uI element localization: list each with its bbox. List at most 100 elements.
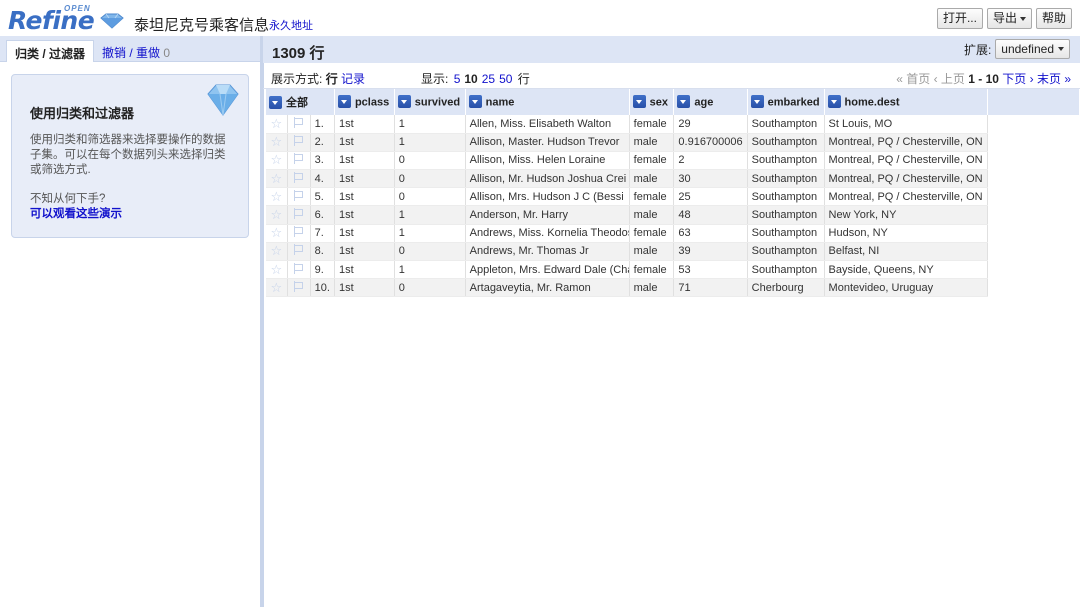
flag-icon[interactable] bbox=[293, 116, 304, 128]
page-size-50[interactable]: 50 bbox=[499, 72, 512, 86]
star-icon[interactable]: ☆ bbox=[271, 225, 283, 240]
star-icon[interactable]: ☆ bbox=[271, 134, 283, 149]
flag-icon[interactable] bbox=[293, 226, 304, 238]
star-cell[interactable]: ☆ bbox=[266, 224, 288, 243]
table-row[interactable]: ☆ 10. 1st 0 Artagaveytia, Mr. Ramon male 71 Che… bbox=[266, 278, 1080, 298]
cell-survived[interactable]: 1 bbox=[394, 133, 466, 152]
cell-sex[interactable]: male bbox=[629, 133, 675, 152]
cell-name[interactable]: Allen, Miss. Elisabeth Walton bbox=[465, 115, 630, 134]
cell-sex[interactable]: male bbox=[629, 169, 675, 189]
flag-cell[interactable] bbox=[287, 133, 311, 152]
cell-home-dest[interactable]: Montreal, PQ / Chesterville, ON bbox=[824, 151, 988, 171]
star-cell[interactable]: ☆ bbox=[266, 205, 288, 225]
column-header-pclass[interactable]: pclass bbox=[334, 89, 395, 115]
cell-pclass[interactable]: 1st bbox=[334, 115, 395, 134]
column-header-embarked[interactable]: embarked bbox=[747, 89, 825, 115]
cell-pclass[interactable]: 1st bbox=[334, 187, 395, 207]
star-icon[interactable]: ☆ bbox=[271, 152, 283, 167]
cell-survived[interactable]: 0 bbox=[394, 242, 466, 262]
star-icon[interactable]: ☆ bbox=[271, 280, 283, 295]
page-size-5[interactable]: 5 bbox=[454, 72, 461, 86]
column-menu-icon[interactable] bbox=[337, 94, 351, 108]
watch-demos-link[interactable]: 可以观看这些演示 bbox=[30, 205, 122, 221]
cell-home-dest[interactable]: Bayside, Queens, NY bbox=[824, 260, 988, 280]
cell-age[interactable]: 2 bbox=[673, 151, 748, 171]
flag-cell[interactable] bbox=[287, 224, 311, 243]
flag-icon[interactable] bbox=[293, 280, 304, 292]
view-mode-rows[interactable]: 行 bbox=[326, 72, 338, 86]
cell-embarked[interactable]: Southampton bbox=[747, 115, 825, 134]
help-button[interactable]: 帮助 bbox=[1035, 8, 1072, 29]
cell-pclass[interactable]: 1st bbox=[334, 260, 395, 280]
cell-age[interactable]: 25 bbox=[673, 187, 748, 207]
flag-icon[interactable] bbox=[293, 208, 304, 220]
cell-embarked[interactable]: Southampton bbox=[747, 151, 825, 171]
cell-name[interactable]: Appleton, Mrs. Edward Dale (Cha bbox=[465, 260, 630, 280]
flag-cell[interactable] bbox=[287, 205, 311, 225]
cell-name[interactable]: Allison, Mr. Hudson Joshua Crei bbox=[465, 169, 630, 189]
cell-sex[interactable]: female bbox=[629, 187, 675, 207]
star-cell[interactable]: ☆ bbox=[266, 115, 288, 134]
pager-next-link[interactable]: 下页 › bbox=[1002, 72, 1033, 86]
export-button[interactable]: 导出 bbox=[986, 8, 1032, 29]
flag-icon[interactable] bbox=[293, 262, 304, 274]
cell-embarked[interactable]: Southampton bbox=[747, 224, 825, 243]
flag-icon[interactable] bbox=[293, 244, 304, 256]
tab-facets-filters[interactable]: 归类 / 过滤器 bbox=[6, 40, 95, 62]
star-icon[interactable]: ☆ bbox=[271, 171, 283, 186]
table-row[interactable]: ☆ 6. 1st 1 Anderson, Mr. Harry male 48 Southamp… bbox=[266, 205, 1080, 225]
table-row[interactable]: ☆ 8. 1st 0 Andrews, Mr. Thomas Jr male 39 South… bbox=[266, 242, 1080, 262]
star-cell[interactable]: ☆ bbox=[266, 151, 288, 171]
cell-sex[interactable]: female bbox=[629, 260, 675, 280]
cell-embarked[interactable]: Southampton bbox=[747, 205, 825, 225]
star-icon[interactable]: ☆ bbox=[271, 189, 283, 204]
column-header-all[interactable]: 全部 bbox=[266, 89, 335, 115]
star-cell[interactable]: ☆ bbox=[266, 242, 288, 262]
star-cell[interactable]: ☆ bbox=[266, 278, 288, 298]
cell-embarked[interactable]: Southampton bbox=[747, 133, 825, 152]
cell-survived[interactable]: 0 bbox=[394, 151, 466, 171]
star-cell[interactable]: ☆ bbox=[266, 169, 288, 189]
cell-home-dest[interactable]: Montreal, PQ / Chesterville, ON bbox=[824, 187, 988, 207]
flag-cell[interactable] bbox=[287, 278, 311, 298]
cell-pclass[interactable]: 1st bbox=[334, 133, 395, 152]
cell-sex[interactable]: male bbox=[629, 205, 675, 225]
cell-embarked[interactable]: Cherbourg bbox=[747, 278, 825, 298]
column-header-home-dest[interactable]: home.dest bbox=[824, 89, 988, 115]
cell-pclass[interactable]: 1st bbox=[334, 169, 395, 189]
flag-cell[interactable] bbox=[287, 260, 311, 280]
flag-cell[interactable] bbox=[287, 169, 311, 189]
star-icon[interactable]: ☆ bbox=[271, 207, 283, 222]
permalink-link[interactable]: 永久地址 bbox=[269, 17, 313, 33]
cell-name[interactable]: Andrews, Mr. Thomas Jr bbox=[465, 242, 630, 262]
star-cell[interactable]: ☆ bbox=[266, 133, 288, 152]
column-header-survived[interactable]: survived bbox=[394, 89, 466, 115]
table-row[interactable]: ☆ 2. 1st 1 Allison, Master. Hudson Trevor mal… bbox=[266, 133, 1080, 152]
table-row[interactable]: ☆ 9. 1st 1 Appleton, Mrs. Edward Dale (Cha fe… bbox=[266, 260, 1080, 280]
cell-sex[interactable]: female bbox=[629, 224, 675, 243]
cell-home-dest[interactable]: St Louis, MO bbox=[824, 115, 988, 134]
cell-home-dest[interactable]: Hudson, NY bbox=[824, 224, 988, 243]
cell-home-dest[interactable]: Montreal, PQ / Chesterville, ON bbox=[824, 133, 988, 152]
cell-survived[interactable]: 0 bbox=[394, 278, 466, 298]
cell-survived[interactable]: 1 bbox=[394, 224, 466, 243]
cell-pclass[interactable]: 1st bbox=[334, 151, 395, 171]
cell-age[interactable]: 39 bbox=[673, 242, 748, 262]
cell-age[interactable]: 29 bbox=[673, 115, 748, 134]
cell-age[interactable]: 71 bbox=[673, 278, 748, 298]
cell-pclass[interactable]: 1st bbox=[334, 205, 395, 225]
page-size-25[interactable]: 25 bbox=[482, 72, 495, 86]
star-cell[interactable]: ☆ bbox=[266, 260, 288, 280]
project-title[interactable]: 泰坦尼克号乘客信息 bbox=[134, 14, 269, 35]
column-header-name[interactable]: name bbox=[465, 89, 630, 115]
cell-survived[interactable]: 1 bbox=[394, 205, 466, 225]
column-menu-icon[interactable] bbox=[632, 94, 646, 108]
view-mode-records-link[interactable]: 记录 bbox=[341, 72, 365, 86]
cell-name[interactable]: Allison, Master. Hudson Trevor bbox=[465, 133, 630, 152]
cell-sex[interactable]: male bbox=[629, 242, 675, 262]
column-header-sex[interactable]: sex bbox=[629, 89, 675, 115]
star-icon[interactable]: ☆ bbox=[271, 116, 283, 131]
cell-home-dest[interactable]: Montreal, PQ / Chesterville, ON bbox=[824, 169, 988, 189]
openrefine-logo[interactable]: OPEN Refine bbox=[8, 4, 124, 35]
column-menu-icon[interactable] bbox=[397, 94, 411, 108]
